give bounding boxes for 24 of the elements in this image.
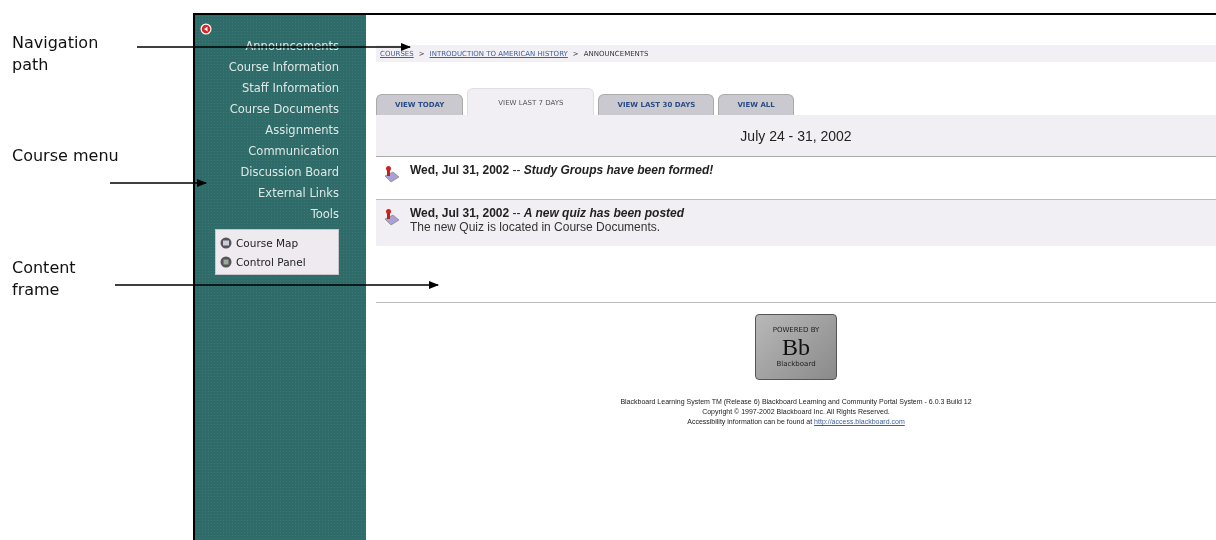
menu-item[interactable]: Assignments <box>265 120 339 141</box>
callout-label: Course menu <box>12 145 120 167</box>
menu-item[interactable]: Communication <box>248 141 339 162</box>
back-arrow-icon[interactable] <box>200 23 212 35</box>
menu-item[interactable]: Announcements <box>245 36 339 57</box>
menu-item[interactable]: Discussion Board <box>240 162 339 183</box>
callout-label: Navigation path <box>12 32 100 76</box>
menu-item[interactable]: Course Information <box>228 57 339 78</box>
menu-item[interactable]: External Links <box>258 183 339 204</box>
announcement-heading: Wed, Jul 31, 2002 -- Study Groups have been formed! <box>410 163 714 177</box>
announcement-body: The new Quiz is located in Course Documents. <box>410 220 662 234</box>
map-icon[interactable] <box>220 236 232 249</box>
tool-link[interactable]: Control Panel <box>236 255 306 268</box>
pin-icon <box>384 165 400 183</box>
logo-mark: Bb <box>782 334 810 360</box>
menu-item[interactable]: Staff Information <box>242 78 339 99</box>
panel-icon[interactable] <box>220 255 232 268</box>
menu-item[interactable]: Tools <box>310 204 339 225</box>
pin-icon <box>384 208 400 226</box>
tool-link[interactable]: Course Map <box>236 236 299 249</box>
callout-label: Content frame <box>12 257 77 301</box>
announcement-heading: Wed, Jul 31, 2002 -- A new quiz has been posted <box>410 206 685 220</box>
date-range: July 24 - 31, 2002 <box>740 127 852 144</box>
menu-item[interactable]: Course Documents <box>229 99 339 120</box>
